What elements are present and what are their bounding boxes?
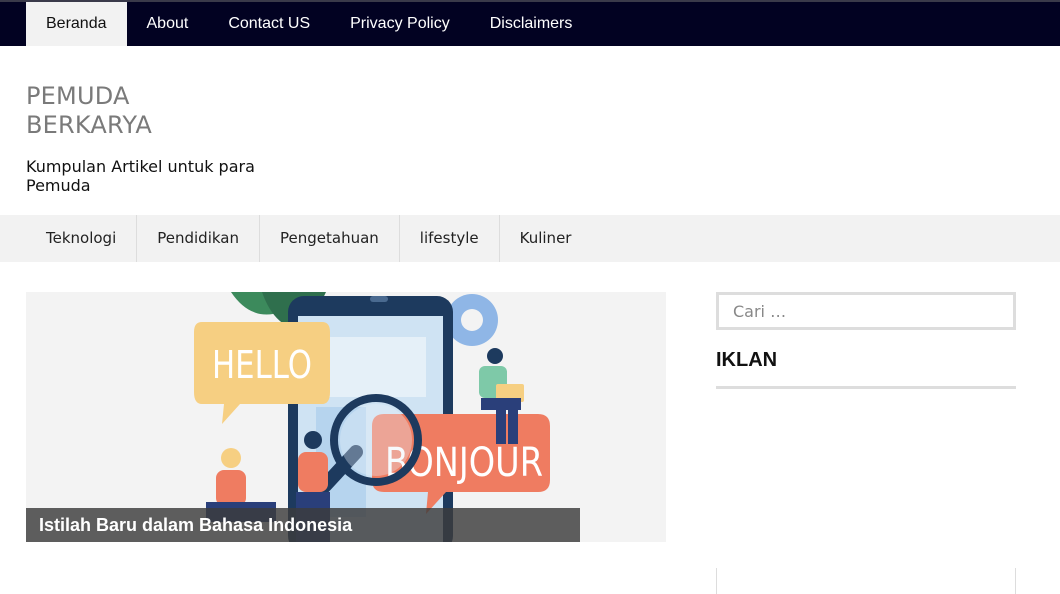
nav-item-disclaimers[interactable]: Disclaimers — [470, 2, 593, 46]
category-teknologi[interactable]: Teknologi — [26, 215, 138, 262]
ad-container — [716, 568, 1016, 594]
site-description: Kumpulan Artikel untuk para Pemuda — [26, 157, 286, 195]
search-input[interactable] — [716, 292, 1016, 330]
site-title[interactable]: PEMUDA BERKARYA — [26, 82, 246, 140]
category-pengetahuan[interactable]: Pengetahuan — [260, 215, 400, 262]
nav-item-beranda[interactable]: Beranda — [26, 2, 127, 46]
featured-post-title[interactable]: Istilah Baru dalam Bahasa Indonesia — [26, 508, 580, 542]
featured-post-image: HELLO BONJOUR — [194, 292, 550, 542]
category-kuliner[interactable]: Kuliner — [500, 215, 592, 262]
nav-item-about[interactable]: About — [127, 2, 209, 46]
site-description-line2: Pemuda — [26, 176, 91, 195]
site-title-line2: BERKARYA — [26, 111, 152, 139]
nav-item-privacy-policy[interactable]: Privacy Policy — [330, 2, 470, 46]
widget-title-iklan: IKLAN — [716, 349, 778, 371]
hello-bubble-text: HELLO — [212, 343, 312, 387]
widget-title-underline — [716, 386, 1016, 389]
category-pendidikan[interactable]: Pendidikan — [137, 215, 260, 262]
top-navigation: Beranda About Contact US Privacy Policy … — [0, 0, 1060, 46]
site-description-line1: Kumpulan Artikel untuk para — [26, 157, 255, 176]
nav-item-contact-us[interactable]: Contact US — [208, 2, 330, 46]
featured-post[interactable]: HELLO BONJOUR Istilah Baru dalam Bahasa … — [26, 292, 666, 542]
category-lifestyle[interactable]: lifestyle — [400, 215, 500, 262]
category-navigation: Teknologi Pendidikan Pengetahuan lifesty… — [0, 215, 1060, 262]
site-title-line1: PEMUDA — [26, 82, 130, 110]
